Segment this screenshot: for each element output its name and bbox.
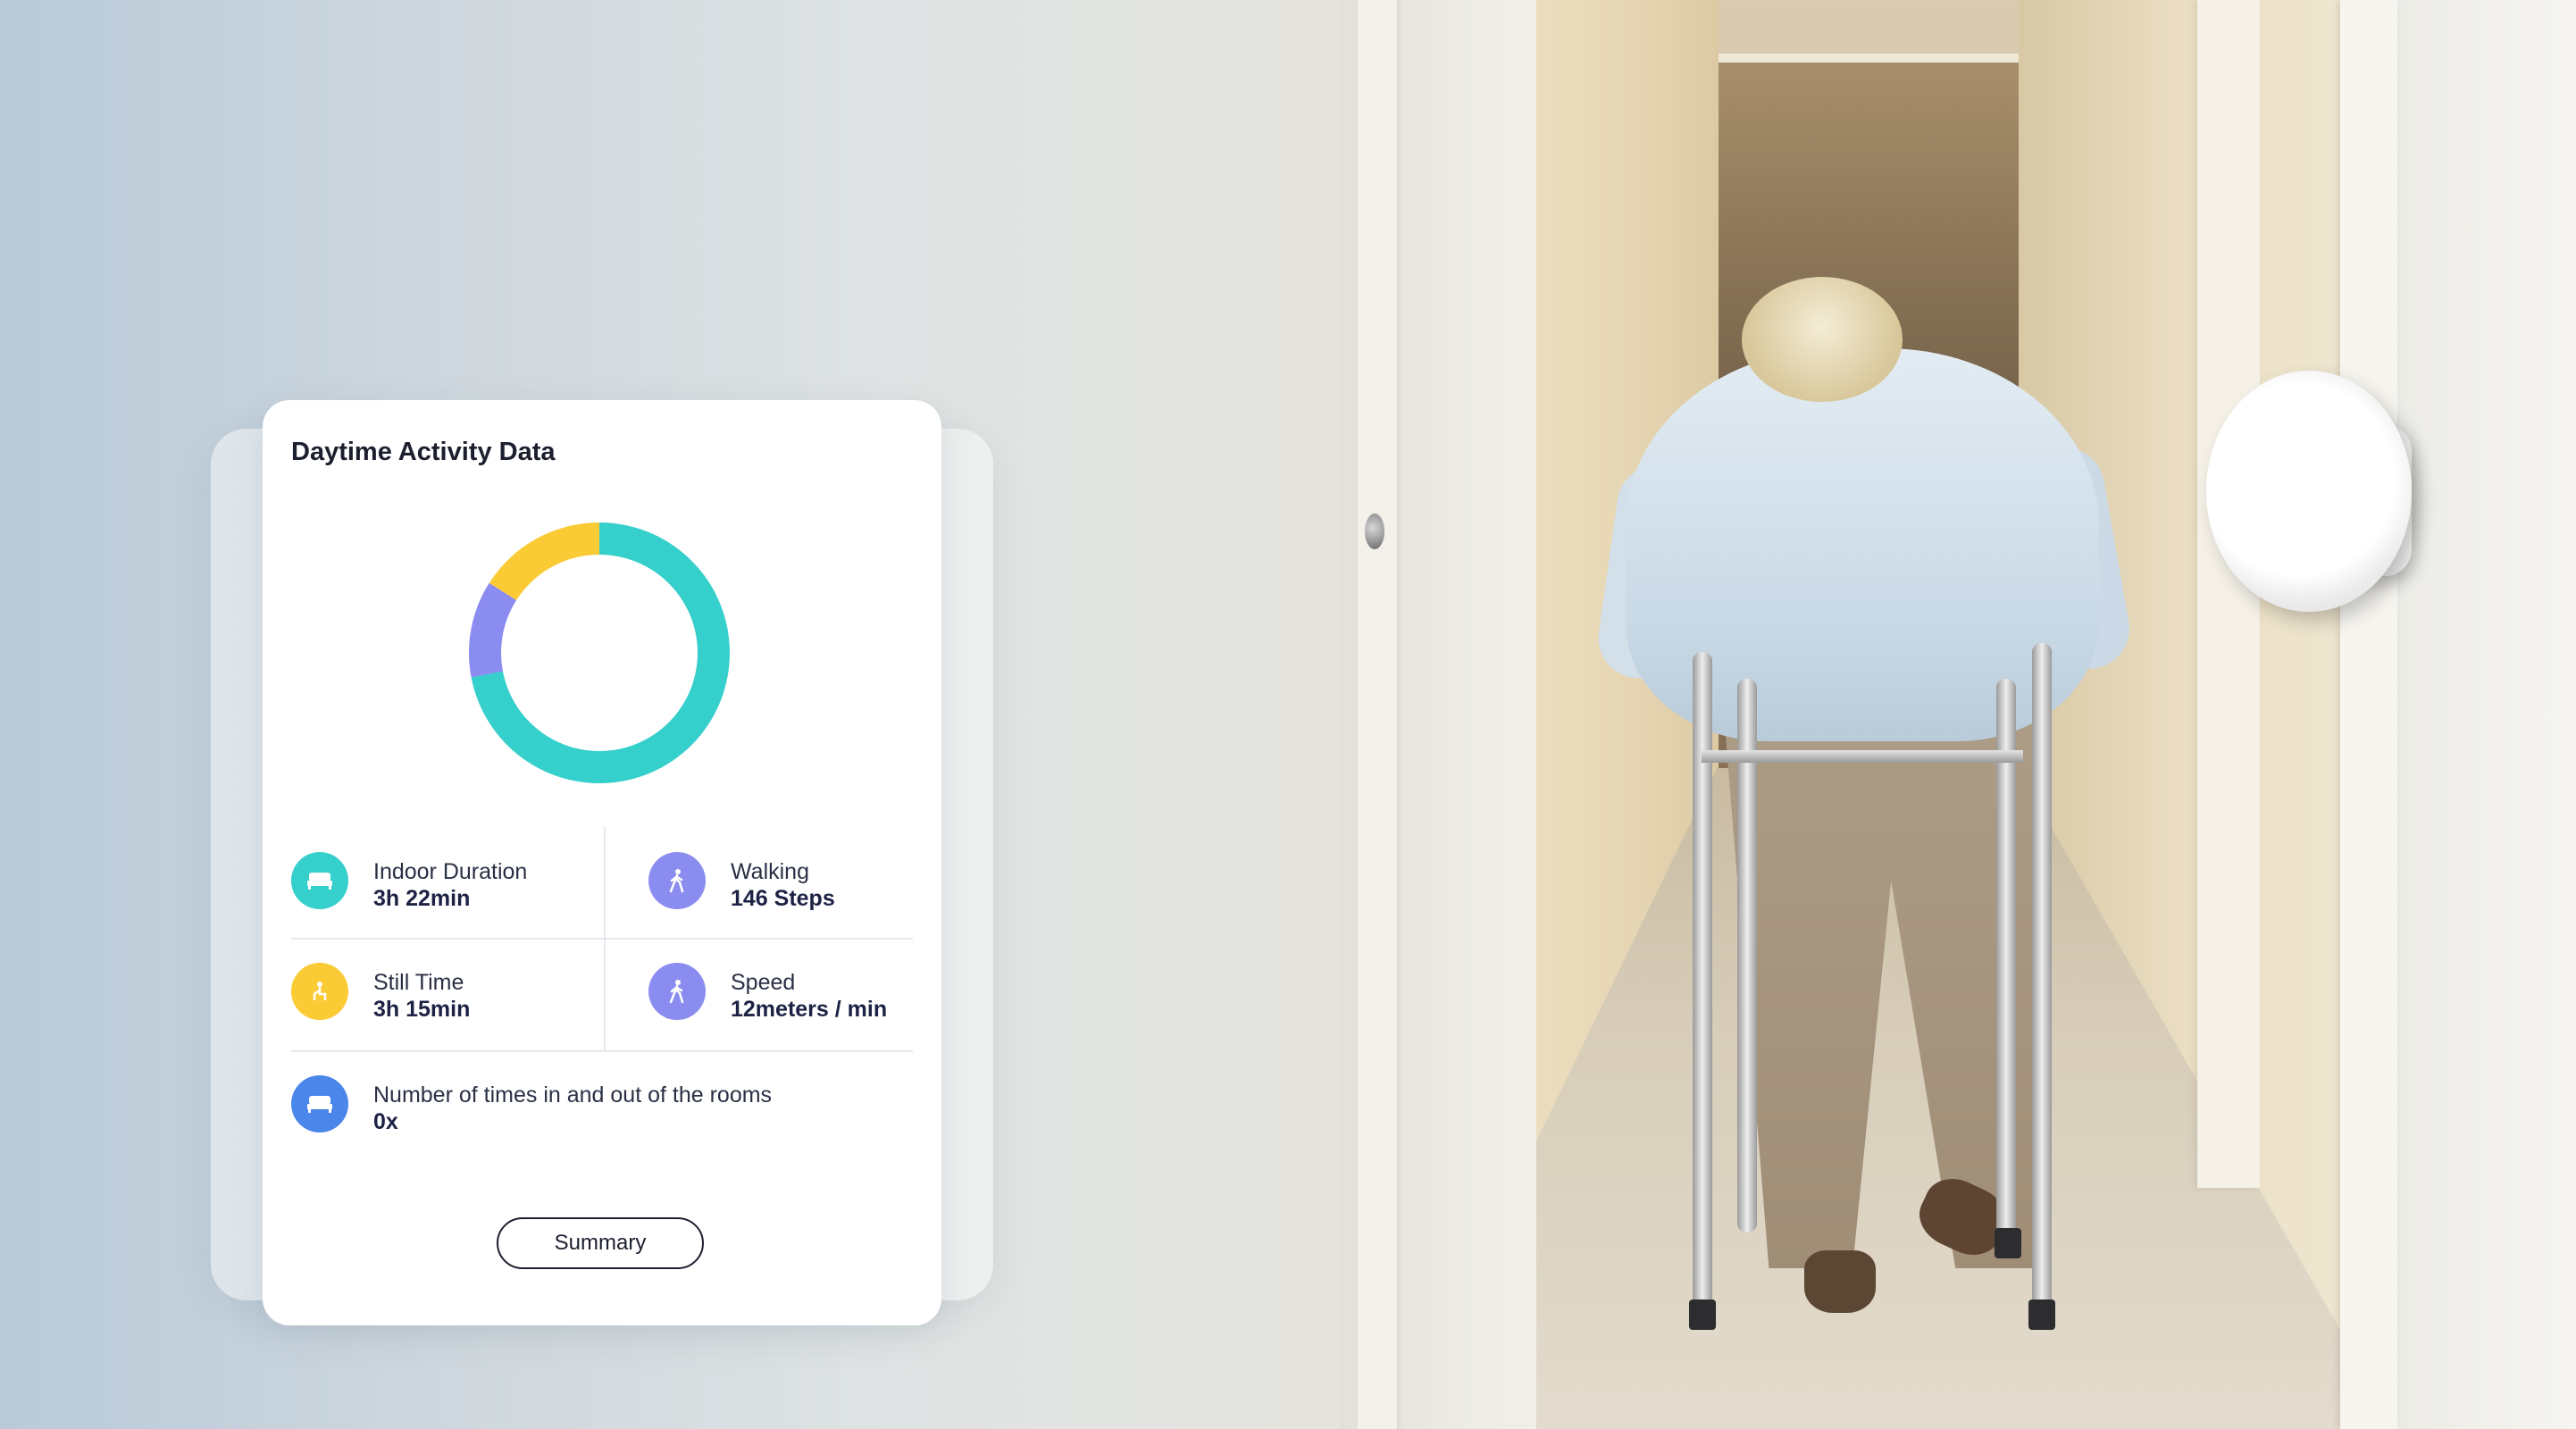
door-knob [1365,514,1384,549]
metric-value: 146 Steps [731,886,835,911]
bed-icon [291,1075,348,1132]
metric-label: Indoor Duration [373,859,528,884]
metric-room-transitions: Number of times in and out of the rooms … [291,1052,916,1159]
sitting-person-icon [291,963,348,1020]
metric-label: Speed [731,970,796,995]
metric-label: Number of times in and out of the rooms [373,1082,773,1107]
left-door-frame [1358,0,1397,1429]
hallway-photo [1340,0,2576,1429]
foreground-right-wall [2397,0,2576,1429]
metric-label: Still Time [373,970,464,995]
metric-walking: Walking 146 Steps [648,829,916,936]
metric-label: Walking [731,859,809,884]
bed-icon [291,852,348,909]
metric-value: 12meters / min [731,997,888,1022]
divider [604,827,606,1052]
metric-value: 3h 15min [373,997,471,1022]
metric-still-time: Still Time 3h 15min [291,940,586,1047]
metric-value: 0x [373,1109,398,1134]
walking-person-icon [648,963,706,1020]
right-door-frame [2340,0,2397,1429]
card-title: Daytime Activity Data [291,438,556,466]
metric-speed: Speed 12meters / min [648,940,916,1047]
person-head [1742,277,1903,402]
metric-indoor-duration: Indoor Duration 3h 22min [291,829,586,936]
walking-person-icon [648,852,706,909]
summary-button[interactable]: Summary [497,1217,704,1269]
person-left-shoe [1804,1250,1876,1313]
wall-mounted-sensor [2206,371,2430,612]
metric-value: 3h 22min [373,886,471,911]
activity-donut-chart [469,522,730,783]
donut-slice-1 [469,582,517,678]
donut-slice-2 [489,522,599,601]
activity-card: Daytime Activity Data Indoor Duration 3h… [263,400,941,1325]
sensor-disc [2206,371,2412,612]
